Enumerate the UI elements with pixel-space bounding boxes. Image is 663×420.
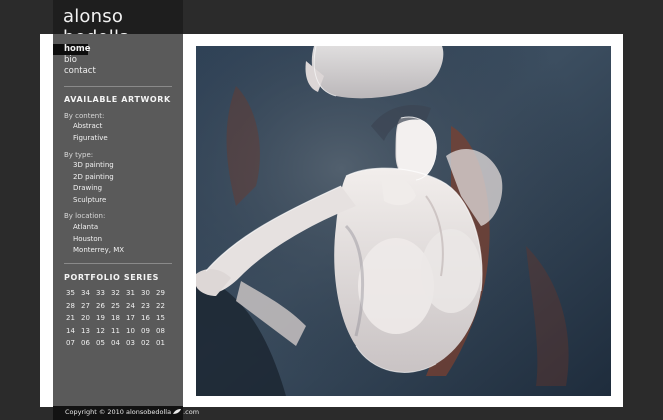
series-link[interactable]: 13 [81, 327, 96, 340]
portfolio-series-grid: 35 34 33 32 31 30 29 28 27 26 25 24 23 2… [66, 289, 171, 352]
group-location-items: Atlanta Houston Monterrey, MX [73, 222, 124, 257]
series-link[interactable]: 19 [96, 314, 111, 327]
series-link[interactable]: 21 [66, 314, 81, 327]
portfolio-series-heading: PORTFOLIO SERIES [64, 273, 160, 282]
series-link[interactable]: 33 [96, 289, 111, 302]
filter-drawing[interactable]: Drawing [73, 183, 114, 195]
series-link[interactable]: 31 [126, 289, 141, 302]
filter-3d-painting[interactable]: 3D painting [73, 160, 114, 172]
paintbrush-icon [173, 409, 182, 414]
group-label-content: By content: [64, 112, 105, 120]
series-link[interactable]: 23 [141, 302, 156, 315]
filter-monterrey[interactable]: Monterrey, MX [73, 245, 124, 257]
site-footer: Copyright © 2010 alonsobedolla .com [53, 406, 199, 420]
sidebar: home bio contact AVAILABLE ARTWORK By co… [53, 34, 183, 407]
series-link[interactable]: 27 [81, 302, 96, 315]
artwork-painting [196, 46, 611, 396]
series-row: 14 13 12 11 10 09 08 [66, 327, 171, 340]
series-link[interactable]: 04 [111, 339, 126, 352]
series-link[interactable]: 26 [96, 302, 111, 315]
series-link[interactable]: 11 [111, 327, 126, 340]
nav-bio[interactable]: bio [53, 55, 183, 66]
series-link[interactable]: 07 [66, 339, 81, 352]
filter-houston[interactable]: Houston [73, 234, 124, 246]
series-link[interactable]: 08 [156, 327, 171, 340]
filter-abstract[interactable]: Abstract [73, 121, 108, 133]
filter-atlanta[interactable]: Atlanta [73, 222, 124, 234]
nav-home[interactable]: home [53, 44, 91, 55]
series-row: 07 06 05 04 03 02 01 [66, 339, 171, 352]
series-link[interactable]: 09 [141, 327, 156, 340]
copyright-text: Copyright © 2010 alonsobedolla [65, 408, 172, 416]
featured-artwork[interactable] [196, 46, 611, 396]
nav-contact[interactable]: contact [53, 66, 183, 77]
series-link[interactable]: 29 [156, 289, 171, 302]
available-artwork-heading: AVAILABLE ARTWORK [64, 95, 171, 104]
series-link[interactable]: 05 [96, 339, 111, 352]
filter-figurative[interactable]: Figurative [73, 133, 108, 145]
divider [64, 263, 172, 264]
site-header: alonso bedolla [53, 0, 183, 48]
series-link[interactable]: 35 [66, 289, 81, 302]
group-content-items: Abstract Figurative [73, 121, 108, 144]
series-link[interactable]: 30 [141, 289, 156, 302]
group-label-type: By type: [64, 151, 94, 159]
copyright-suffix: .com [183, 408, 200, 416]
series-link[interactable]: 32 [111, 289, 126, 302]
group-type-items: 3D painting 2D painting Drawing Sculptur… [73, 160, 114, 206]
filter-sculpture[interactable]: Sculpture [73, 195, 114, 207]
series-link[interactable]: 17 [126, 314, 141, 327]
series-link[interactable]: 12 [96, 327, 111, 340]
series-link[interactable]: 02 [141, 339, 156, 352]
footer-copyright: Copyright © 2010 alonsobedolla .com [65, 408, 199, 416]
series-link[interactable]: 18 [111, 314, 126, 327]
series-row: 21 20 19 18 17 16 15 [66, 314, 171, 327]
series-link[interactable]: 01 [156, 339, 171, 352]
divider [64, 86, 172, 87]
series-link[interactable]: 24 [126, 302, 141, 315]
series-link[interactable]: 22 [156, 302, 171, 315]
series-link[interactable]: 20 [81, 314, 96, 327]
series-link[interactable]: 28 [66, 302, 81, 315]
series-row: 35 34 33 32 31 30 29 [66, 289, 171, 302]
series-link[interactable]: 16 [141, 314, 156, 327]
series-link[interactable]: 14 [66, 327, 81, 340]
main-nav: home bio contact [53, 44, 183, 77]
series-link[interactable]: 15 [156, 314, 171, 327]
group-label-location: By location: [64, 212, 106, 220]
series-link[interactable]: 25 [111, 302, 126, 315]
series-link[interactable]: 34 [81, 289, 96, 302]
series-link[interactable]: 03 [126, 339, 141, 352]
series-link[interactable]: 06 [81, 339, 96, 352]
filter-2d-painting[interactable]: 2D painting [73, 172, 114, 184]
series-link[interactable]: 10 [126, 327, 141, 340]
series-row: 28 27 26 25 24 23 22 [66, 302, 171, 315]
